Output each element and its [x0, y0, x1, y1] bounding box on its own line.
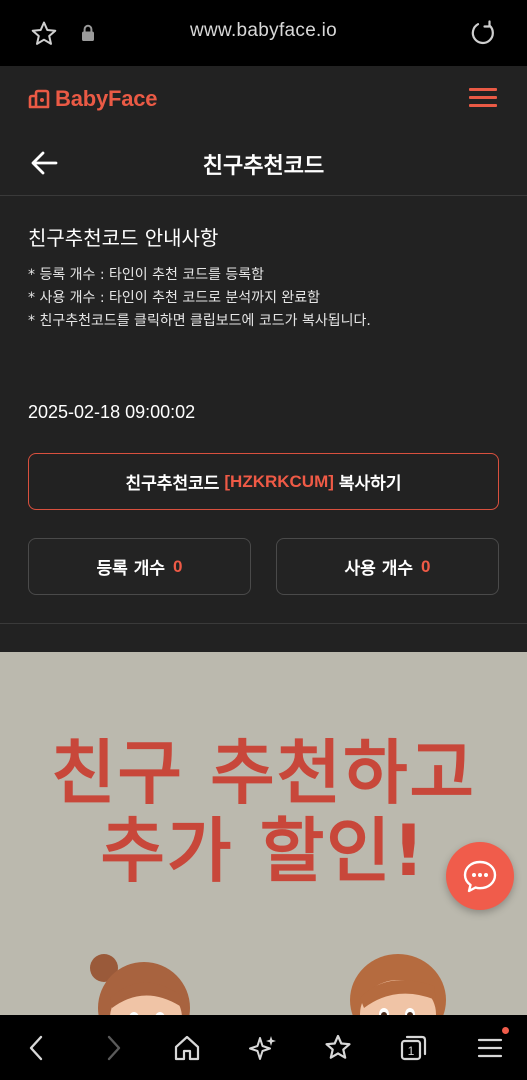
- page-title-bar: 친구추천코드: [0, 130, 527, 196]
- register-count-label: 등록 개수: [96, 559, 165, 579]
- register-count-value: 0: [173, 556, 183, 576]
- logo-text: BabyFace: [55, 86, 158, 111]
- copy-button-prefix: 친구추천코드: [125, 474, 220, 494]
- use-count-box: 사용 개수 0: [276, 538, 499, 595]
- forward-icon[interactable]: [98, 1033, 128, 1063]
- tab-count: 1: [408, 1044, 415, 1058]
- guide-list: * 등록 개수 : 타인이 추천 코드를 등록함 * 사용 개수 : 타인이 추…: [28, 264, 371, 333]
- guide-title: 친구추천코드 안내사항: [28, 226, 219, 250]
- tabs-button[interactable]: 1: [398, 1033, 428, 1063]
- notification-dot: [502, 1027, 509, 1034]
- register-count-box: 등록 개수 0: [28, 538, 251, 595]
- chat-bubble-icon: [463, 860, 497, 893]
- logo-icon: [28, 89, 50, 109]
- use-count-value: 0: [421, 556, 431, 576]
- tabs-icon: 1: [400, 1035, 427, 1061]
- page-title: 친구추천코드: [202, 154, 325, 179]
- logo[interactable]: BabyFace: [28, 86, 158, 112]
- referral-banner[interactable]: 친구 추천하고 추가 할인!: [0, 652, 527, 1015]
- banner-headline-line1: 친구 추천하고: [51, 732, 476, 814]
- copy-referral-code-button[interactable]: 친구추천코드 [HZKRKCUM] 복사하기: [28, 453, 499, 510]
- hamburger-menu-button[interactable]: [469, 88, 497, 110]
- referral-code: [HZKRKCUM]: [224, 471, 334, 491]
- bookmark-star-icon[interactable]: [323, 1033, 353, 1063]
- guide-item: * 사용 개수 : 타인이 추천 코드로 분석까지 완료함: [28, 290, 321, 306]
- browser-address-bar: www.babyface.io: [0, 0, 527, 66]
- timestamp: 2025-02-18 09:00:02: [28, 402, 196, 422]
- url-text[interactable]: www.babyface.io: [0, 20, 527, 42]
- app-header: BabyFace: [0, 66, 527, 130]
- browser-bottom-nav: 1: [0, 1015, 527, 1080]
- menu-icon[interactable]: [475, 1033, 505, 1063]
- boy-character-illustration: [350, 954, 446, 1015]
- chat-button[interactable]: [446, 842, 514, 910]
- section-gap: [0, 624, 527, 652]
- back-icon[interactable]: [22, 1033, 52, 1063]
- home-icon[interactable]: [172, 1033, 202, 1063]
- guide-item: * 친구추천코드를 클릭하면 클립보드에 코드가 복사됩니다.: [28, 313, 371, 329]
- referral-content: 친구추천코드 안내사항 * 등록 개수 : 타인이 추천 코드를 등록함 * 사…: [0, 196, 527, 624]
- reload-icon[interactable]: [469, 19, 497, 47]
- use-count-label: 사용 개수: [344, 559, 413, 579]
- copy-button-suffix: 복사하기: [338, 474, 402, 494]
- guide-item: * 등록 개수 : 타인이 추천 코드를 등록함: [28, 267, 265, 283]
- sparkle-icon[interactable]: [248, 1033, 278, 1063]
- girl-character-illustration: [90, 954, 190, 1015]
